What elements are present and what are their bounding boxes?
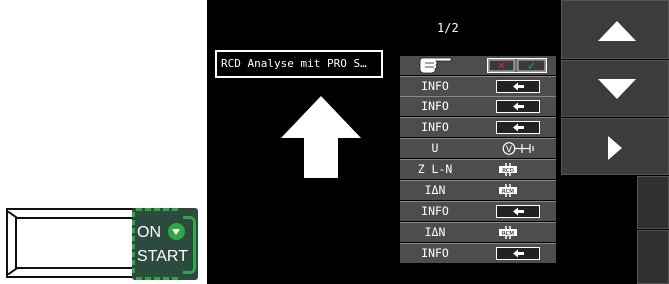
next-button[interactable] <box>561 118 669 175</box>
row-label: IΔN <box>424 183 446 197</box>
rcm-label: RCM <box>502 231 514 237</box>
page-indicator: 1/2 <box>437 21 459 35</box>
row-label: IΔN <box>424 225 446 239</box>
enter-key-icon <box>496 205 540 218</box>
soft-key-blank-1[interactable] <box>637 176 669 229</box>
rcd-label: RCD <box>502 168 514 174</box>
enter-key-icon <box>496 121 540 134</box>
list-item[interactable]: INFO <box>400 118 556 137</box>
device-screen: 1/2 RCD Analyse mit PRO S… ✕ ✓ INFO INFO <box>207 0 669 284</box>
down-triangle-icon <box>168 223 185 240</box>
start-led-top <box>136 208 178 211</box>
scroll-up-button[interactable] <box>561 0 669 59</box>
row-label: INFO <box>421 120 449 134</box>
start-led-bottom <box>136 277 178 280</box>
triangle-down-icon <box>598 79 636 99</box>
row-label: INFO <box>421 79 449 93</box>
voltmeter-icon: V <box>502 142 534 155</box>
svg-text:✓: ✓ <box>527 60 536 73</box>
enter-key-icon <box>496 80 540 93</box>
row-label: INFO <box>421 99 449 113</box>
list-item[interactable]: INFO <box>400 244 556 263</box>
on-label: ON <box>137 224 161 241</box>
list-item[interactable]: Z L-N RCD <box>400 160 556 179</box>
enter-key-icon <box>496 247 540 260</box>
rcm-icon: RCM <box>499 226 517 239</box>
enter-key-icon <box>496 100 540 113</box>
svg-text:V: V <box>506 145 513 155</box>
list-item[interactable]: U V <box>400 139 556 158</box>
list-item[interactable]: ✕ ✓ <box>400 56 556 75</box>
rcm-icon: RCM <box>499 184 517 197</box>
on-start-button[interactable]: ON START <box>132 208 198 280</box>
list-item[interactable]: IΔN RCM <box>400 223 556 242</box>
start-label: START <box>137 248 188 265</box>
sequence-title[interactable]: RCD Analyse mit PRO S… <box>215 50 383 78</box>
rcd-icon: RCD <box>499 163 517 176</box>
scroll-down-button[interactable] <box>561 60 669 117</box>
hardware-test-button[interactable] <box>6 208 144 278</box>
bezel-corner <box>7 266 19 276</box>
start-led-left <box>132 212 135 276</box>
svg-text:✕: ✕ <box>497 61 505 72</box>
list-item[interactable]: INFO <box>400 77 556 96</box>
row-label: Z L-N <box>417 162 453 176</box>
list-item[interactable]: INFO <box>400 97 556 116</box>
up-arrow-icon <box>281 96 361 178</box>
row-label: INFO <box>421 246 449 260</box>
list-item[interactable]: INFO <box>400 202 556 221</box>
rcm-label: RCM <box>502 189 514 195</box>
hardware-test-button-face <box>15 217 135 269</box>
triangle-right-icon <box>608 136 622 160</box>
list-item[interactable]: IΔN RCM <box>400 181 556 200</box>
soft-key-blank-2[interactable] <box>637 230 669 284</box>
bezel-corner <box>7 210 19 220</box>
hand-point-icon <box>419 57 452 74</box>
accept-reject-icon: ✕ ✓ <box>487 58 547 73</box>
triangle-up-icon <box>598 21 636 41</box>
row-label: U <box>431 141 439 155</box>
row-label: INFO <box>421 204 449 218</box>
